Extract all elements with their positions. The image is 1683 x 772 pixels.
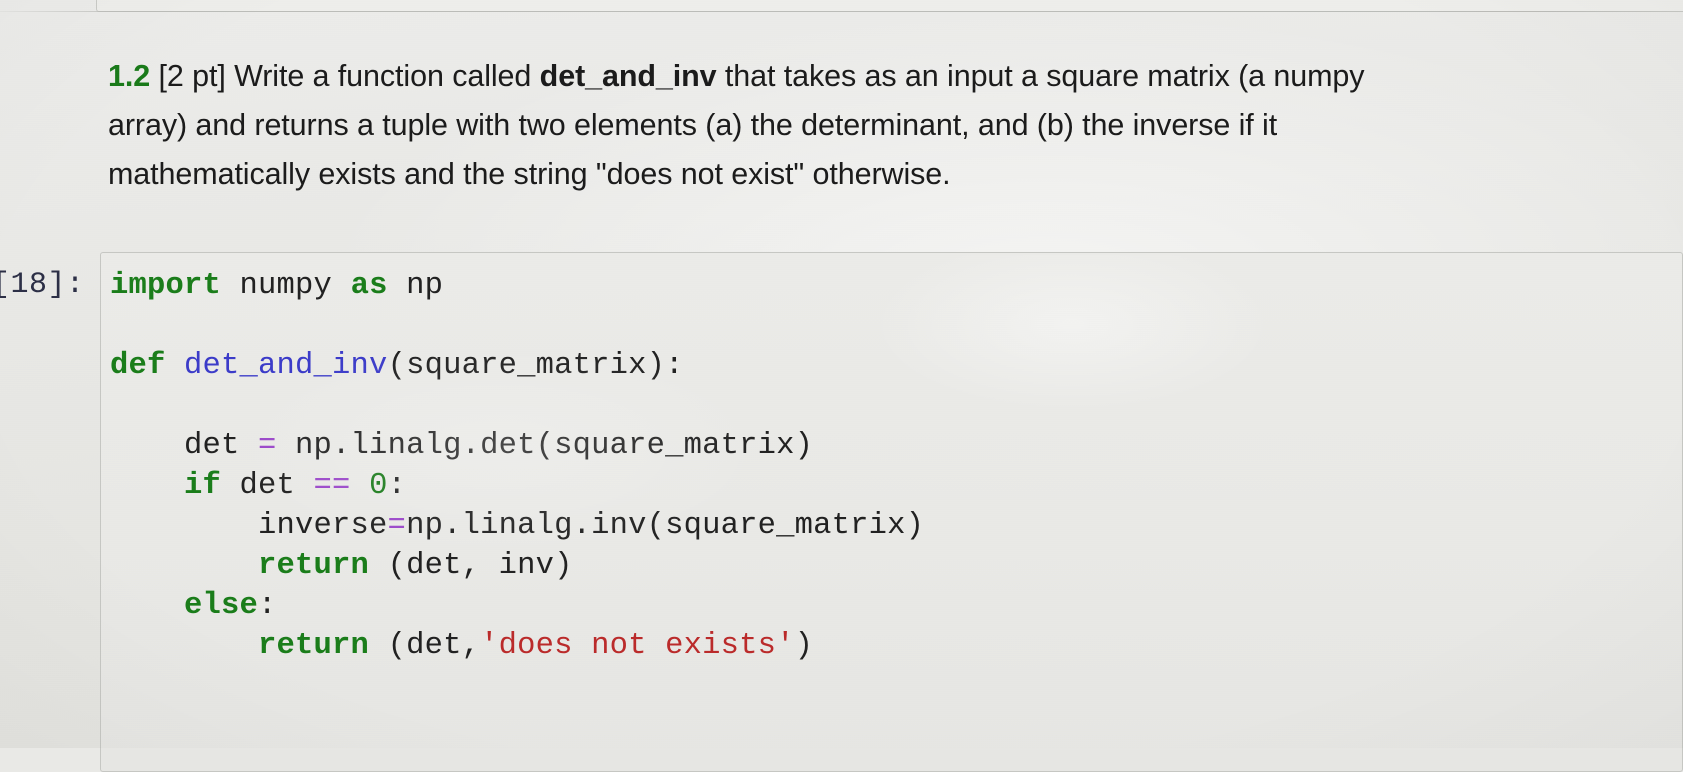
code-token-pl: :: [387, 469, 407, 503]
code-line[interactable]: return (det,'does not exists'): [110, 626, 924, 666]
code-line[interactable]: def det_and_inv(square_matrix):: [110, 346, 924, 386]
code-token-op: =: [387, 509, 407, 543]
code-line[interactable]: det = np.linalg.det(square_matrix): [110, 426, 924, 466]
code-token-pl: (square_matrix):: [387, 349, 684, 383]
code-token-pl: det: [110, 429, 259, 463]
code-token-pl: (det, inv): [369, 549, 573, 583]
code-token-pl: ): [794, 629, 814, 663]
function-name-bold: det_and_inv: [539, 59, 717, 93]
code-token-pl: np: [387, 269, 444, 303]
markdown-line-3: mathematically exists and the string "do…: [108, 157, 951, 191]
markdown-cell[interactable]: 1.2 [2 pt] Write a function called det_a…: [108, 52, 1548, 199]
code-token-num: 0: [369, 469, 388, 503]
code-token-pl: numpy: [221, 269, 351, 303]
code-token-kw: def: [110, 349, 166, 383]
code-line[interactable]: else:: [110, 586, 924, 626]
code-token-kw: else: [184, 589, 259, 623]
code-token-kw: as: [350, 269, 388, 303]
code-token-kw: return: [258, 629, 370, 663]
code-token-op: ==: [313, 469, 351, 503]
code-token-op: =: [258, 429, 277, 463]
markdown-line-1-text-b: that takes as an input a square matrix (…: [716, 59, 1365, 93]
code-token-kw: import: [110, 269, 222, 303]
code-token-kw: return: [258, 549, 370, 583]
code-line[interactable]: if det == 0:: [110, 466, 924, 506]
code-token-pl: np.linalg.det(square_matrix): [276, 429, 814, 463]
code-token-pl: inverse: [110, 509, 388, 543]
code-line[interactable]: import numpy as np: [110, 266, 924, 306]
code-line[interactable]: inverse=np.linalg.inv(square_matrix): [110, 506, 924, 546]
code-editor-area[interactable]: import numpy as np def det_and_inv(squar…: [110, 266, 924, 666]
code-line[interactable]: return (det, inv): [110, 546, 924, 586]
code-token-pl: np.linalg.inv(square_matrix): [406, 509, 925, 543]
cell-prompt-label: [18]:: [0, 268, 85, 302]
code-token-pl: (det,: [369, 629, 481, 663]
markdown-line-1-text-a: [2 pt] Write a function called: [150, 59, 540, 93]
question-number: 1.2: [108, 59, 151, 93]
code-token-str: 'does not exists': [480, 629, 795, 663]
markdown-line-1: 1.2 [2 pt] Write a function called det_a…: [108, 52, 1548, 101]
code-token-pl: det: [221, 469, 314, 503]
code-token-pl: :: [258, 589, 277, 623]
code-token-fn: det_and_inv: [184, 349, 388, 383]
notebook-top-divider: [0, 11, 1683, 12]
code-token-kw: if: [184, 469, 222, 503]
markdown-line-2: array) and returns a tuple with two elem…: [108, 108, 1278, 142]
